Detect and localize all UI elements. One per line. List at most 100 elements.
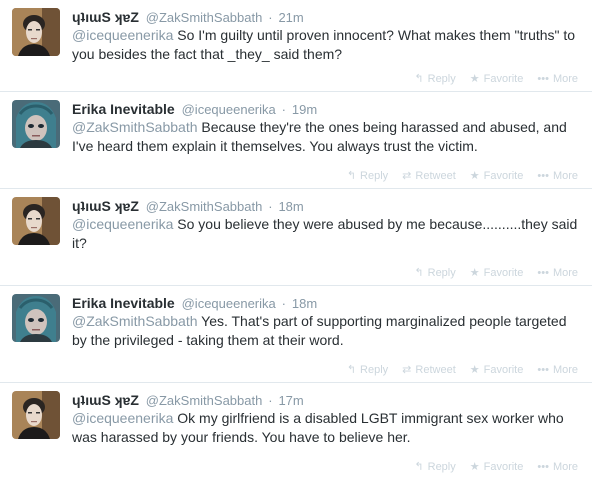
reply-icon: ↰ — [414, 267, 424, 279]
more-label: More — [552, 169, 578, 182]
author-handle[interactable]: @icequeenerika — [182, 296, 276, 311]
tweet-header: ɥʇıɯS ʞɐZ @ZakSmithSabbath · 21m — [72, 8, 582, 27]
tweet-header: ɥʇıɯS ʞɐZ @ZakSmithSabbath · 17m — [72, 391, 582, 410]
favorite-label: Favorite — [483, 460, 524, 473]
tweet-text: @icequeenerika So you believe they were … — [72, 215, 582, 253]
favorite-button[interactable]: ★ Favorite — [469, 363, 524, 377]
tweet-header: Erika Inevitable @icequeenerika · 18m — [72, 294, 582, 313]
retweet-label: Retweet — [415, 363, 456, 376]
favorite-label: Favorite — [483, 266, 524, 279]
avatar[interactable] — [12, 197, 60, 245]
mention-link[interactable]: @icequeenerika — [72, 410, 173, 426]
tweet[interactable]: Erika Inevitable @icequeenerika · 19m @Z… — [0, 92, 592, 189]
more-button[interactable]: ••• More — [537, 73, 578, 85]
ellipsis-icon: ••• — [537, 169, 549, 182]
avatar-erika-image — [12, 294, 60, 342]
reply-label: Reply — [427, 460, 456, 473]
reply-button[interactable]: ↰ Reply — [346, 363, 389, 377]
retweet-button[interactable]: ⇄ Retweet — [402, 169, 456, 183]
avatar[interactable] — [12, 8, 60, 56]
more-label: More — [552, 72, 578, 85]
more-button[interactable]: ••• More — [537, 267, 578, 279]
avatar-erika-image — [12, 100, 60, 148]
favorite-button[interactable]: ★ Favorite — [469, 72, 524, 86]
reply-label: Reply — [360, 363, 389, 376]
reply-button[interactable]: ↰ Reply — [346, 169, 389, 183]
reply-label: Reply — [427, 72, 456, 85]
mention-link[interactable]: @icequeenerika — [72, 216, 173, 232]
avatar[interactable] — [12, 391, 60, 439]
mention-link[interactable]: @ZakSmithSabbath — [72, 119, 198, 135]
mention-link[interactable]: @icequeenerika — [72, 27, 173, 43]
reply-label: Reply — [427, 266, 456, 279]
reply-icon: ↰ — [346, 364, 357, 376]
reply-label: Reply — [360, 169, 389, 182]
reply-icon: ↰ — [414, 461, 424, 473]
tweet-timestamp[interactable]: 17m — [278, 393, 303, 408]
favorite-label: Favorite — [483, 363, 524, 376]
more-label: More — [552, 266, 578, 279]
star-icon: ★ — [469, 170, 480, 182]
avatar[interactable] — [12, 294, 60, 342]
reply-button[interactable]: ↰ Reply — [414, 266, 456, 280]
separator-dot: · — [268, 10, 273, 25]
tweet[interactable]: ɥʇıɯS ʞɐZ @ZakSmithSabbath · 17m @iceque… — [0, 383, 592, 479]
ellipsis-icon: ••• — [537, 266, 549, 279]
tweet[interactable]: ɥʇıɯS ʞɐZ @ZakSmithSabbath · 18m @iceque… — [0, 189, 592, 286]
author-handle[interactable]: @ZakSmithSabbath — [146, 199, 263, 214]
tweet-timestamp[interactable]: 19m — [292, 102, 317, 117]
favorite-label: Favorite — [483, 169, 524, 182]
tweet-timestamp[interactable]: 21m — [278, 10, 303, 25]
reply-icon: ↰ — [414, 73, 424, 85]
tweet-timestamp[interactable]: 18m — [292, 296, 317, 311]
avatar[interactable] — [12, 100, 60, 148]
tweet-actions: ↰ Reply ★ Favorite ••• More — [414, 460, 578, 474]
star-icon: ★ — [469, 73, 480, 85]
tweet-header: Erika Inevitable @icequeenerika · 19m — [72, 100, 582, 119]
mention-link[interactable]: @ZakSmithSabbath — [72, 313, 198, 329]
favorite-button[interactable]: ★ Favorite — [470, 460, 524, 474]
more-button[interactable]: ••• More — [537, 364, 578, 376]
tweet[interactable]: ɥʇıɯS ʞɐZ @ZakSmithSabbath · 21m @iceque… — [0, 0, 592, 92]
more-button[interactable]: ••• More — [537, 170, 578, 182]
tweet-header: ɥʇıɯS ʞɐZ @ZakSmithSabbath · 18m — [72, 197, 582, 216]
star-icon: ★ — [469, 267, 480, 279]
retweet-label: Retweet — [415, 169, 456, 182]
reply-button[interactable]: ↰ Reply — [414, 72, 456, 86]
author-name[interactable]: Erika Inevitable — [72, 101, 175, 117]
author-handle[interactable]: @ZakSmithSabbath — [146, 10, 263, 25]
tweet-timeline: ɥʇıɯS ʞɐZ @ZakSmithSabbath · 21m @iceque… — [0, 0, 592, 479]
ellipsis-icon: ••• — [537, 363, 549, 376]
star-icon: ★ — [469, 364, 480, 376]
author-handle[interactable]: @ZakSmithSabbath — [146, 393, 263, 408]
tweet-timestamp[interactable]: 18m — [278, 199, 303, 214]
tweet-text: @ZakSmithSabbath Yes. That's part of sup… — [72, 312, 582, 350]
tweet-actions: ↰ Reply ⇄ Retweet ★ Favorite ••• More — [346, 169, 578, 183]
favorite-button[interactable]: ★ Favorite — [469, 169, 524, 183]
tweet-text: @ZakSmithSabbath Because they're the one… — [72, 118, 582, 156]
ellipsis-icon: ••• — [537, 72, 549, 85]
author-name[interactable]: ɥʇıɯS ʞɐZ — [72, 198, 139, 214]
tweet-actions: ↰ Reply ⇄ Retweet ★ Favorite ••• More — [346, 363, 578, 377]
tweet-text: @icequeenerika Ok my girlfriend is a dis… — [72, 409, 582, 447]
favorite-label: Favorite — [483, 72, 524, 85]
retweet-button[interactable]: ⇄ Retweet — [402, 363, 456, 377]
author-handle[interactable]: @icequeenerika — [182, 102, 276, 117]
retweet-icon: ⇄ — [402, 364, 412, 376]
more-label: More — [552, 460, 578, 473]
more-button[interactable]: ••• More — [537, 461, 578, 473]
reply-icon: ↰ — [346, 170, 357, 182]
ellipsis-icon: ••• — [537, 460, 549, 473]
retweet-icon: ⇄ — [402, 170, 412, 182]
author-name[interactable]: Erika Inevitable — [72, 295, 175, 311]
reply-button[interactable]: ↰ Reply — [414, 460, 456, 474]
tweet-actions: ↰ Reply ★ Favorite ••• More — [414, 266, 578, 280]
tweet-actions: ↰ Reply ★ Favorite ••• More — [414, 72, 578, 86]
author-name[interactable]: ɥʇıɯS ʞɐZ — [72, 392, 139, 408]
author-name[interactable]: ɥʇıɯS ʞɐZ — [72, 9, 139, 25]
tweet[interactable]: Erika Inevitable @icequeenerika · 18m @Z… — [0, 286, 592, 383]
avatar-zak-image — [12, 391, 60, 439]
tweet-text: @icequeenerika So I'm guilty until prove… — [72, 26, 582, 64]
separator-dot: · — [268, 199, 273, 214]
favorite-button[interactable]: ★ Favorite — [469, 266, 524, 280]
